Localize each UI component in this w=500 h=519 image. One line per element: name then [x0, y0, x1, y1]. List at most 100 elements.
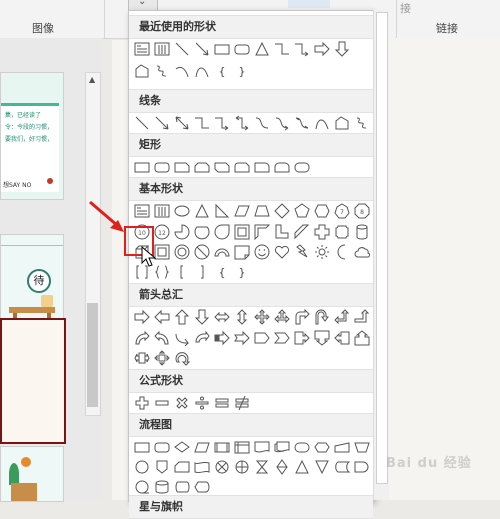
plaque-icon[interactable]	[332, 222, 352, 242]
diagonal-stripe-icon[interactable]	[292, 222, 312, 242]
slide-editing-canvas[interactable]	[378, 38, 500, 500]
snip-round-rectangle-icon[interactable]	[232, 157, 252, 177]
double-arrow-line-icon[interactable]	[172, 113, 192, 133]
vertical-text-box-icon[interactable]	[152, 39, 172, 59]
pentagon-icon[interactable]	[292, 201, 312, 221]
rectangle-icon[interactable]	[212, 39, 232, 59]
round-same-side-rectangle-icon[interactable]	[272, 157, 292, 177]
quad-arrow-icon[interactable]	[252, 307, 272, 327]
right-bracket-icon[interactable]	[192, 262, 212, 282]
curve-icon[interactable]	[312, 113, 332, 133]
left-right-arrow-callout-icon[interactable]	[132, 348, 152, 368]
no-symbol-icon[interactable]	[192, 242, 212, 262]
flowchart-preparation-icon[interactable]	[312, 437, 332, 457]
right-brace-icon[interactable]: }	[232, 262, 252, 282]
pentagon-arrow-icon[interactable]	[252, 328, 272, 348]
flowchart-display-icon[interactable]	[192, 477, 212, 497]
dodecagon-icon[interactable]: 12	[152, 222, 172, 242]
ribbon-button-partial[interactable]	[288, 0, 330, 8]
curved-right-arrow-icon[interactable]	[132, 328, 152, 348]
curve-icon[interactable]	[192, 61, 212, 81]
curved-down-arrow-icon[interactable]	[192, 328, 212, 348]
freeform-icon[interactable]	[332, 113, 352, 133]
diamond-icon[interactable]	[272, 201, 292, 221]
scribble-icon[interactable]	[152, 61, 172, 81]
slide-thumbnail-4[interactable]	[0, 446, 64, 502]
rectangle-icon[interactable]	[132, 157, 152, 177]
cross-icon[interactable]	[312, 222, 332, 242]
flowchart-alternate-process-icon[interactable]	[152, 437, 172, 457]
trapezoid-icon[interactable]	[252, 201, 272, 221]
triangle-icon[interactable]	[192, 201, 212, 221]
l-shape-icon[interactable]	[272, 222, 292, 242]
flowchart-stored-data-icon[interactable]	[332, 457, 352, 477]
slide-thumbnail-3-selected[interactable]	[0, 318, 66, 444]
flowchart-connector-icon[interactable]	[132, 457, 152, 477]
elbow-double-arrow-connector-icon[interactable]	[232, 113, 252, 133]
minus-sign-icon[interactable]	[152, 393, 172, 413]
flowchart-extract-icon[interactable]	[292, 457, 312, 477]
pie-icon[interactable]	[172, 222, 192, 242]
flowchart-document-icon[interactable]	[252, 437, 272, 457]
vertical-text-box-icon[interactable]	[152, 201, 172, 221]
flowchart-magnetic-disk-icon[interactable]	[152, 477, 172, 497]
half-frame-icon[interactable]	[252, 222, 272, 242]
flowchart-terminator-icon[interactable]	[292, 437, 312, 457]
block-arc-icon[interactable]	[212, 242, 232, 262]
arc-icon[interactable]	[172, 61, 192, 81]
multiply-sign-icon[interactable]	[172, 393, 192, 413]
rounded-rectangle-icon[interactable]	[152, 157, 172, 177]
flowchart-sequential-storage-icon[interactable]	[132, 477, 152, 497]
division-sign-icon[interactable]	[192, 393, 212, 413]
flowchart-card-icon[interactable]	[172, 457, 192, 477]
flowchart-data-icon[interactable]	[192, 437, 212, 457]
lightning-bolt-icon[interactable]	[292, 242, 312, 262]
flowchart-multidocument-icon[interactable]	[272, 437, 292, 457]
up-arrow-shape-icon[interactable]	[172, 307, 192, 327]
sun-icon[interactable]	[312, 242, 332, 262]
flowchart-sort-icon[interactable]	[272, 457, 292, 477]
down-arrow-shape-icon[interactable]	[332, 39, 352, 59]
can-icon[interactable]	[352, 222, 372, 242]
chord-icon[interactable]	[192, 222, 212, 242]
moon-icon[interactable]	[332, 242, 352, 262]
right-triangle-icon[interactable]	[212, 201, 232, 221]
left-brace-icon[interactable]: {	[212, 262, 232, 282]
text-box-icon[interactable]	[132, 39, 152, 59]
flowchart-manual-input-icon[interactable]	[332, 437, 352, 457]
donut-icon[interactable]	[172, 242, 192, 262]
u-turn-arrow-icon[interactable]	[312, 307, 332, 327]
left-bracket-icon[interactable]	[172, 262, 192, 282]
right-arrow-shape-icon[interactable]	[312, 39, 332, 59]
elbow-connector-icon[interactable]	[192, 113, 212, 133]
flowchart-predefined-process-icon[interactable]	[212, 437, 232, 457]
down-arrow-callout-icon[interactable]	[312, 328, 332, 348]
up-down-arrow-shape-icon[interactable]	[232, 307, 252, 327]
flowchart-summing-junction-icon[interactable]	[212, 457, 232, 477]
scribble-icon[interactable]	[352, 113, 372, 133]
left-right-arrow-shape-icon[interactable]	[212, 307, 232, 327]
up-arrow-callout-icon[interactable]	[352, 328, 372, 348]
folded-corner-icon[interactable]	[232, 242, 252, 262]
arrow-line-icon[interactable]	[192, 39, 212, 59]
teardrop-icon[interactable]	[212, 222, 232, 242]
elbow-arrow-connector-icon[interactable]	[292, 39, 312, 59]
parallelogram-icon[interactable]	[232, 201, 252, 221]
flowchart-or-icon[interactable]	[232, 457, 252, 477]
chevron-arrow-icon[interactable]	[272, 328, 292, 348]
slide-thumbnail-1[interactable]: 集，已经读了 令：今段的习惯， 要我们，好习惯， 想SAY NO	[0, 72, 64, 200]
oval-icon[interactable]	[172, 201, 192, 221]
smiley-face-icon[interactable]	[252, 242, 272, 262]
cloud-icon[interactable]	[352, 242, 372, 262]
flowchart-direct-access-storage-icon[interactable]	[172, 477, 192, 497]
not-equal-sign-icon[interactable]	[232, 393, 252, 413]
elbow-arrow-connector-icon[interactable]	[212, 113, 232, 133]
scroll-up-arrow-icon[interactable]: ▲	[89, 75, 95, 84]
frame-icon[interactable]	[232, 222, 252, 242]
left-right-up-arrow-icon[interactable]	[272, 307, 292, 327]
snip-same-side-rectangle-icon[interactable]	[192, 157, 212, 177]
scrollbar-thumb[interactable]	[87, 303, 98, 407]
arrow-line-icon[interactable]	[152, 113, 172, 133]
text-box-icon[interactable]	[132, 201, 152, 221]
dropdown-scrollbar[interactable]	[373, 10, 389, 500]
